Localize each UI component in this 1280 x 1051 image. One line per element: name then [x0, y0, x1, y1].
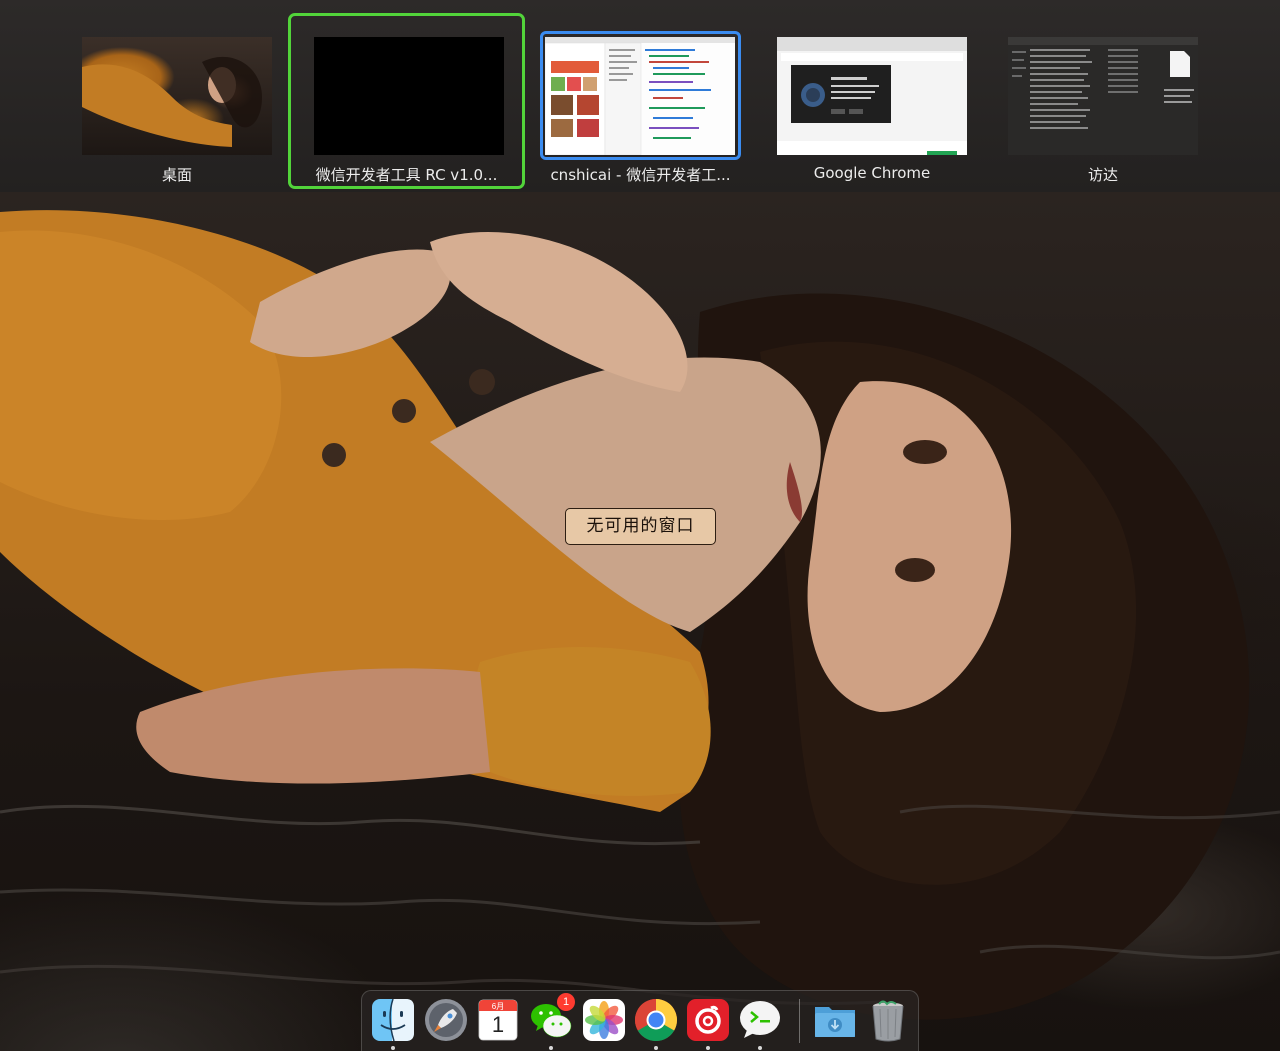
space-thumbnail-desktop[interactable] — [82, 37, 272, 155]
chrome-running-indicator — [654, 1046, 658, 1050]
finder-running-indicator — [391, 1046, 395, 1050]
desktop-preview-art — [82, 56, 262, 147]
calendar-month: 6月 — [491, 1002, 505, 1011]
space-thumbnail-google-chrome[interactable] — [777, 37, 967, 155]
chrome-preview-art — [777, 37, 967, 155]
space-label: 桌面 — [161, 166, 192, 184]
wallpaper-art — [0, 210, 1280, 1020]
terminal-bubble-icon[interactable] — [737, 997, 783, 1043]
space-label: cnshicai - 微信开发者工... — [550, 166, 731, 184]
calendar-icon[interactable]: 6月 1 — [475, 997, 521, 1043]
dock: 6月 1 — [361, 990, 919, 1051]
space-thumbnail-cnshicai[interactable] — [545, 37, 735, 155]
mission-control-spaces-bar: 桌面 微信开发者工具 RC v1.0... cnshicai - 微信开发者工.… — [0, 0, 1280, 192]
rocket-icon[interactable] — [423, 997, 469, 1043]
space-label: 访达 — [1087, 166, 1118, 184]
chrome-icon[interactable] — [633, 997, 679, 1043]
editor-preview-art — [545, 37, 735, 155]
downloads-folder-icon[interactable] — [812, 997, 858, 1043]
desktop-wallpaper — [0, 192, 1280, 1051]
dock-separator — [799, 999, 800, 1043]
space-thumbnail-devtools-rc[interactable] — [314, 37, 504, 155]
netease-music-running-indicator — [706, 1046, 710, 1050]
photos-icon[interactable] — [581, 997, 627, 1043]
netease-music-icon[interactable] — [685, 997, 731, 1043]
space-label: 微信开发者工具 RC v1.0... — [315, 166, 498, 184]
no-available-windows-label: 无可用的窗口 — [565, 508, 716, 545]
finder-preview-art — [1008, 37, 1198, 129]
finder-icon[interactable] — [370, 997, 416, 1043]
space-label: Google Chrome — [813, 164, 931, 182]
wechat-running-indicator — [549, 1046, 553, 1050]
wechat-unread-badge: 1 — [557, 993, 575, 1011]
trash-icon[interactable] — [865, 997, 911, 1043]
calendar-day: 1 — [491, 1012, 505, 1037]
wechat-devtools-running-indicator — [758, 1046, 762, 1050]
space-thumbnail-finder[interactable] — [1008, 37, 1198, 155]
